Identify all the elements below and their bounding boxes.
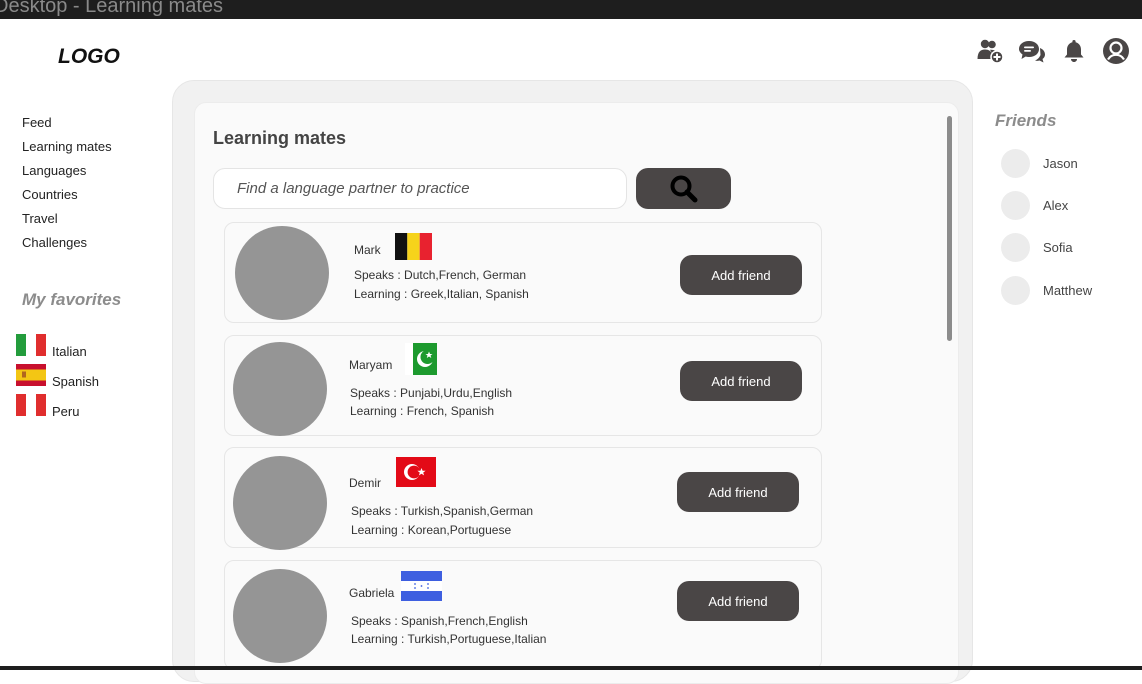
mate-card-mark: Mark Speaks : Dutch,French, German Learn… [224,222,822,323]
sidebar-item-languages[interactable]: Languages [22,163,112,187]
window-titlebar: Desktop - Learning mates [0,0,1142,19]
mate-learning: Learning : French, Spanish [350,404,495,418]
add-friend-button[interactable]: Add friend [677,472,799,512]
sidebar-item-countries[interactable]: Countries [22,187,112,211]
sidebar-item-challenges[interactable]: Challenges [22,235,112,259]
favorite-label: Italian [52,344,87,359]
belgium-flag-icon [395,233,432,260]
favorites-list: Italian Spanish Peru [16,334,99,424]
turkey-flag-icon [396,457,436,487]
mate-card-gabriela: Gabriela Speaks : Spanish,French,English… [224,560,822,670]
search-input[interactable] [214,169,626,208]
mate-name: Maryam [349,358,393,372]
avatar[interactable] [233,569,327,663]
mate-speaks: Speaks : Spanish,French,English [351,614,528,628]
mate-name: Demir [349,476,381,490]
sidebar-item-travel[interactable]: Travel [22,211,112,235]
mate-learning: Learning : Greek,Italian, Spanish [354,287,529,301]
spain-flag-icon [16,364,46,386]
friend-name: Matthew [1043,283,1093,298]
sidebar-item-learning-mates[interactable]: Learning mates [22,139,112,163]
mate-speaks: Speaks : Turkish,Spanish,German [351,504,534,518]
mate-learning: Learning : Korean,Portuguese [351,523,512,537]
search-icon [670,175,697,202]
avatar[interactable] [233,342,327,436]
pakistan-flag-icon [405,343,437,375]
window-bottom-border [0,666,1142,670]
mate-card-maryam: Maryam Speaks : Punjabi,Urdu,English Lea… [224,335,822,436]
mate-card-demir: Demir Speaks : Turkish,Spanish,German Le… [224,447,822,550]
mate-speaks: Speaks : Dutch,French, German [354,268,527,282]
friend-item-jason[interactable]: Jason [1001,149,1078,178]
add-friend-icon[interactable] [976,37,1004,65]
header-actions [976,37,1130,65]
add-friend-button[interactable]: Add friend [680,361,802,401]
italy-flag-icon [16,334,46,356]
avatar[interactable] [235,226,329,320]
notifications-bell-icon[interactable] [1060,37,1088,65]
sidebar-item-feed[interactable]: Feed [22,115,112,139]
mate-name: Mark [354,243,381,257]
add-friend-button[interactable]: Add friend [680,255,802,295]
logo[interactable]: LOGO [58,45,120,69]
favorite-item-italian[interactable]: Italian [16,334,99,364]
friend-name: Sofia [1043,240,1073,255]
avatar [1001,276,1030,305]
friend-item-alex[interactable]: Alex [1001,191,1068,220]
avatar [1001,191,1030,220]
favorite-item-spanish[interactable]: Spanish [16,364,99,394]
favorite-label: Peru [52,404,80,419]
window-title: Desktop - Learning mates [0,0,224,17]
mate-learning: Learning : Turkish,Portuguese,Italian [351,632,547,646]
friend-item-matthew[interactable]: Matthew [1001,276,1092,305]
honduras-flag-icon [401,571,442,601]
avatar [1001,149,1030,178]
add-friend-button[interactable]: Add friend [677,581,799,621]
search-field [213,168,627,209]
profile-avatar-icon[interactable] [1102,37,1130,65]
favorite-item-peru[interactable]: Peru [16,394,99,424]
search-button[interactable] [636,168,731,209]
peru-flag-icon [16,394,46,416]
friend-name: Alex [1043,198,1069,213]
favorites-heading: My favorites [22,290,122,309]
mate-name: Gabriela [349,586,395,600]
friend-item-sofia[interactable]: Sofia [1001,233,1073,262]
friends-heading: Friends [995,111,1057,130]
avatar[interactable] [233,456,327,550]
messages-icon[interactable] [1018,37,1046,65]
sidebar-nav: Feed Learning mates Languages Countries … [22,115,112,259]
avatar [1001,233,1030,262]
favorite-label: Spanish [52,374,99,389]
mate-speaks: Speaks : Punjabi,Urdu,English [350,386,513,400]
page-title: Learning mates [213,128,347,148]
scrollbar-thumb[interactable] [947,116,952,341]
friend-name: Jason [1043,156,1078,171]
